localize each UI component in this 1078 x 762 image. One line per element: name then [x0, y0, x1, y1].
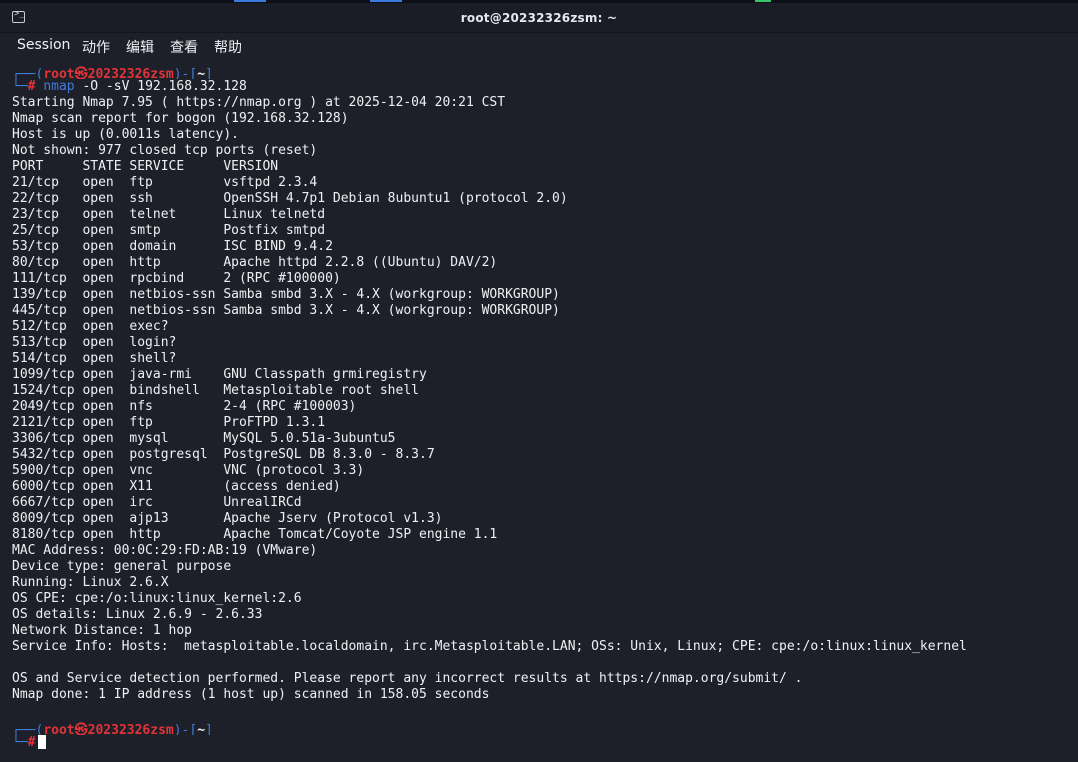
- output-port-row: 23/tcp open telnet Linux telnetd: [12, 207, 326, 222]
- output-port-row: 445/tcp open netbios-ssn Samba smbd 3.X …: [12, 303, 560, 318]
- output-line: Not shown: 977 closed tcp ports (reset): [12, 143, 318, 158]
- prompt-command-line: └─# nmap -O -sV 192.168.32.128: [12, 79, 247, 94]
- output-port-row: 111/tcp open rpcbind 2 (RPC #100000): [12, 271, 341, 286]
- menu-edit[interactable]: 编辑: [126, 37, 154, 57]
- output-table-header: PORT STATE SERVICE VERSION: [12, 159, 279, 174]
- output-port-row: 514/tcp open shell?: [12, 351, 177, 366]
- output-line: Starting Nmap 7.95 ( https://nmap.org ) …: [12, 95, 506, 110]
- prompt-host: 20232326zsm: [87, 723, 174, 735]
- output-line: OS and Service detection performed. Plea…: [12, 671, 803, 686]
- output-port-row: 22/tcp open ssh OpenSSH 4.7p1 Debian 8ub…: [12, 191, 568, 206]
- output-line: Running: Linux 2.6.X: [12, 575, 169, 590]
- terminal-window: >_ root@20232326zsm: ~ Session 动作 编辑 查看 …: [0, 0, 1078, 762]
- output-port-row: 5900/tcp open vnc VNC (protocol 3.3): [12, 463, 365, 478]
- prompt-directory: ~: [197, 67, 206, 79]
- output-port-row: 21/tcp open ftp vsftpd 2.3.4: [12, 175, 318, 190]
- output-port-row: 1524/tcp open bindshell Metasploitable r…: [12, 383, 419, 398]
- prompt-user: root: [43, 723, 75, 735]
- output-port-row: 53/tcp open domain ISC BIND 9.4.2: [12, 239, 333, 254]
- command-name: nmap: [43, 79, 75, 94]
- output-line: Nmap scan report for bogon (192.168.32.1…: [12, 111, 349, 126]
- output-line: Service Info: Hosts: metasploitable.loca…: [12, 639, 967, 654]
- output-port-row: 25/tcp open smtp Postfix smtpd: [12, 223, 326, 238]
- prompt-at-symbol: ㉿: [74, 723, 88, 735]
- output-port-row: 512/tcp open exec?: [12, 319, 169, 334]
- prompt-user: root: [43, 67, 75, 79]
- prompt-hash: #: [27, 735, 36, 750]
- prompt-directory: ~: [197, 723, 206, 735]
- title-bar[interactable]: >_ root@20232326zsm: ~: [0, 3, 1078, 33]
- menu-help[interactable]: 帮助: [214, 37, 242, 57]
- prompt-at-symbol: ㉿: [74, 67, 88, 79]
- output-port-row: 139/tcp open netbios-ssn Samba smbd 3.X …: [12, 287, 560, 302]
- output-line: Network Distance: 1 hop: [12, 623, 193, 638]
- output-port-row: 2049/tcp open nfs 2-4 (RPC #100003): [12, 399, 357, 414]
- menu-view[interactable]: 查看: [170, 37, 198, 57]
- output-line: MAC Address: 00:0C:29:FD:AB:19 (VMware): [12, 543, 318, 558]
- terminal-area[interactable]: ┌──(root㉿20232326zsm)-[~] └─# nmap -O -s…: [0, 60, 1078, 762]
- output-port-row: 6000/tcp open X11 (access denied): [12, 479, 341, 494]
- output-port-row: 3306/tcp open mysql MySQL 5.0.51a-3ubunt…: [12, 431, 396, 446]
- command-args: -O -sV 192.168.32.128: [74, 79, 247, 94]
- output-port-row: 5432/tcp open postgresql PostgreSQL DB 8…: [12, 447, 435, 462]
- output-line: OS CPE: cpe:/o:linux:linux_kernel:2.6: [12, 591, 302, 606]
- output-port-row: 8180/tcp open http Apache Tomcat/Coyote …: [12, 527, 498, 542]
- prompt-hash: #: [27, 79, 36, 94]
- prompt-input-line[interactable]: └─#: [12, 735, 1072, 751]
- output-port-row: 513/tcp open login?: [12, 335, 177, 350]
- menu-session[interactable]: Session: [17, 37, 70, 53]
- command-output: Starting Nmap 7.95 ( https://nmap.org ) …: [12, 95, 1072, 719]
- output-port-row: 2121/tcp open ftp ProFTPD 1.3.1: [12, 415, 326, 430]
- output-port-row: 8009/tcp open ajp13 Apache Jserv (Protoc…: [12, 511, 443, 526]
- output-port-row: 6667/tcp open irc UnrealIRCd: [12, 495, 302, 510]
- prompt-header: ┌──(root㉿20232326zsm)-[~]: [12, 719, 1072, 735]
- window-title: root@20232326zsm: ~: [460, 11, 618, 25]
- menu-bar: Session 动作 编辑 查看 帮助: [0, 33, 1078, 59]
- text-cursor: [38, 735, 47, 749]
- prompt-header: ┌──(root㉿20232326zsm)-[~]: [12, 63, 1072, 79]
- output-line: Host is up (0.0011s latency).: [12, 127, 239, 142]
- output-line: Nmap done: 1 IP address (1 host up) scan…: [12, 687, 490, 702]
- output-line: OS details: Linux 2.6.9 - 2.6.33: [12, 607, 263, 622]
- prompt-host: 20232326zsm: [87, 67, 174, 79]
- terminal-content: ┌──(root㉿20232326zsm)-[~] └─# nmap -O -s…: [12, 63, 1072, 751]
- output-port-row: 1099/tcp open java-rmi GNU Classpath grm…: [12, 367, 427, 382]
- output-port-row: 80/tcp open http Apache httpd 2.2.8 ((Ub…: [12, 255, 498, 270]
- menu-actions[interactable]: 动作: [82, 37, 110, 57]
- output-line: Device type: general purpose: [12, 559, 232, 574]
